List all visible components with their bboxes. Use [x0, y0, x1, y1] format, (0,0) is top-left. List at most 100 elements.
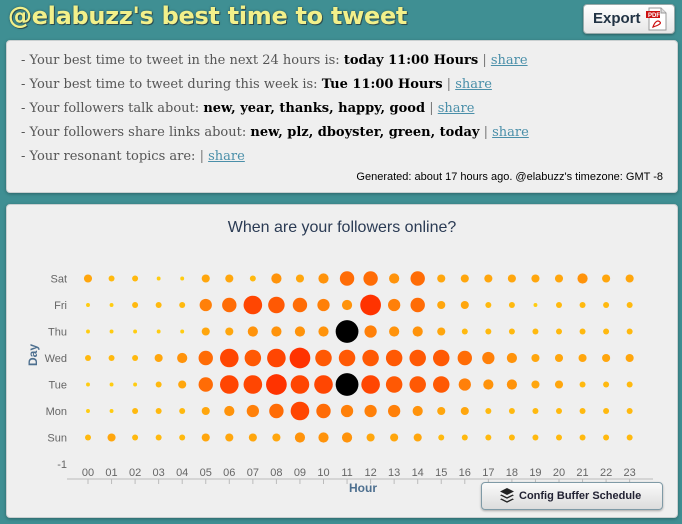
bubble-wed-01: [108, 355, 115, 361]
bubble-thu-00: [86, 329, 90, 334]
bubble-sat-23: [625, 274, 634, 283]
bubble-fri-17: [485, 302, 492, 308]
bubble-sat-12: [363, 271, 378, 286]
bubble-sat-14: [410, 271, 425, 286]
bubble-mon-22: [603, 408, 610, 414]
bubble-wed-07: [244, 349, 262, 367]
y-tick-label: Mon: [46, 406, 67, 418]
bubble-wed-19: [531, 353, 540, 363]
bubble-fri-11: [341, 299, 353, 311]
bubble-tue-20: [554, 380, 564, 389]
config-buffer-schedule-button[interactable]: Config Buffer Schedule: [481, 482, 663, 510]
bubble-thu-11: [335, 320, 359, 343]
y-tick-label: -1: [57, 459, 67, 471]
x-tick-label: 14: [412, 467, 424, 479]
bubble-tue-11: [335, 373, 359, 396]
bubble-mon-18: [508, 408, 515, 414]
bubble-fri-00: [86, 303, 90, 307]
x-tick-label: 11: [341, 467, 352, 479]
bubble-sat-05: [201, 274, 210, 283]
bubble-wed-13: [385, 349, 403, 367]
bubble-fri-03: [155, 302, 162, 308]
info-prefix: - Your resonant topics are:: [21, 149, 196, 164]
y-tick-label: Thu: [48, 327, 67, 339]
bubble-mon-09: [290, 401, 310, 421]
followers-online-chart-panel: 00 01 02 03 04 05 06 07 08 09 10 11 12 13 14 15 16 17 18 19…: [6, 204, 678, 518]
bubble-mon-11: [340, 404, 354, 418]
bubble-tue-00: [86, 382, 90, 387]
bubble-sun-08: [272, 433, 281, 442]
bubble-tue-02: [133, 382, 138, 387]
x-tick-label: 06: [223, 467, 235, 479]
y-axis-title: Day: [26, 344, 40, 366]
bubble-mon-03: [155, 408, 162, 414]
bubble-tue-06: [220, 375, 239, 394]
bubble-tue-18: [506, 379, 517, 390]
bubble-wed-22: [602, 353, 611, 363]
bubble-sun-15: [438, 434, 445, 441]
bubble-thu-21: [579, 328, 586, 335]
bubble-tue-15: [433, 376, 450, 393]
bubble-sun-19: [532, 434, 539, 441]
bubble-sun-04: [179, 434, 186, 441]
bubble-tue-04: [178, 380, 187, 389]
x-tick-label: 07: [247, 467, 259, 479]
x-tick-label: 16: [459, 467, 471, 479]
bubble-wed-16: [457, 350, 472, 366]
bubble-mon-15: [437, 406, 446, 416]
bubble-sun-21: [579, 434, 586, 441]
bubble-sun-23: [626, 434, 633, 441]
x-tick-label: 20: [553, 467, 565, 479]
x-tick-label: 21: [576, 467, 588, 479]
bubble-sat-18: [507, 274, 516, 283]
bubble-mon-08: [269, 403, 284, 419]
bubble-fri-02: [132, 302, 139, 308]
bubble-tue-19: [531, 380, 540, 389]
bubble-sat-00: [83, 274, 93, 283]
bubble-tue-03: [155, 381, 162, 388]
share-link-next-24h[interactable]: share: [491, 53, 528, 68]
bubble-mon-06: [224, 405, 235, 417]
bubble-sat-10: [318, 273, 329, 284]
bubble-mon-23: [626, 408, 633, 414]
bubble-sat-17: [484, 274, 493, 283]
share-link-resonant-topics[interactable]: share: [208, 149, 245, 164]
share-link-week[interactable]: share: [455, 77, 492, 92]
bubble-mon-07: [246, 404, 259, 418]
bubble-tue-17: [483, 379, 494, 390]
bubble-thu-02: [133, 329, 138, 334]
bubble-fri-12: [360, 294, 381, 316]
bubble-tue-14: [409, 376, 426, 393]
bubble-fri-15: [437, 300, 446, 310]
bubble-thu-13: [389, 326, 400, 337]
separator: |: [446, 77, 452, 92]
bubble-wed-23: [625, 353, 634, 363]
bubble-wed-17: [482, 351, 495, 365]
bubble-mon-02: [132, 408, 139, 414]
bubble-chart: 00 01 02 03 04 05 06 07 08 09 10 11 12 13 14 15 16 17 18 19…: [26, 271, 653, 495]
bubble-sat-09: [295, 274, 305, 283]
bubble-fri-22: [603, 302, 610, 308]
bubble-mon-21: [579, 408, 586, 414]
chart-title: When are your followers online?: [227, 219, 457, 236]
bubble-sun-03: [155, 434, 162, 441]
bubble-thu-23: [626, 328, 633, 335]
info-line-week: - Your best time to tweet during this we…: [21, 77, 492, 92]
y-tick-label: Wed: [45, 353, 67, 365]
share-link-share-links[interactable]: share: [492, 125, 529, 140]
bubble-thu-18: [508, 328, 515, 335]
bubble-sun-17: [485, 434, 492, 441]
bubble-wed-00: [85, 355, 91, 361]
bubble-fri-16: [460, 300, 469, 310]
export-button[interactable]: Export PDF: [583, 4, 675, 34]
bubble-wed-18: [506, 352, 517, 364]
bubble-fri-06: [222, 297, 237, 313]
layers-icon: [500, 488, 514, 503]
separator: |: [482, 53, 487, 68]
share-link-talk-about[interactable]: share: [438, 101, 475, 116]
bubble-thu-08: [271, 326, 282, 337]
bubble-tue-08: [266, 374, 287, 395]
bubble-sun-00: [85, 434, 91, 441]
info-value: new, plz, dboyster, green, today: [250, 125, 480, 140]
x-tick-label: 00: [82, 467, 94, 479]
